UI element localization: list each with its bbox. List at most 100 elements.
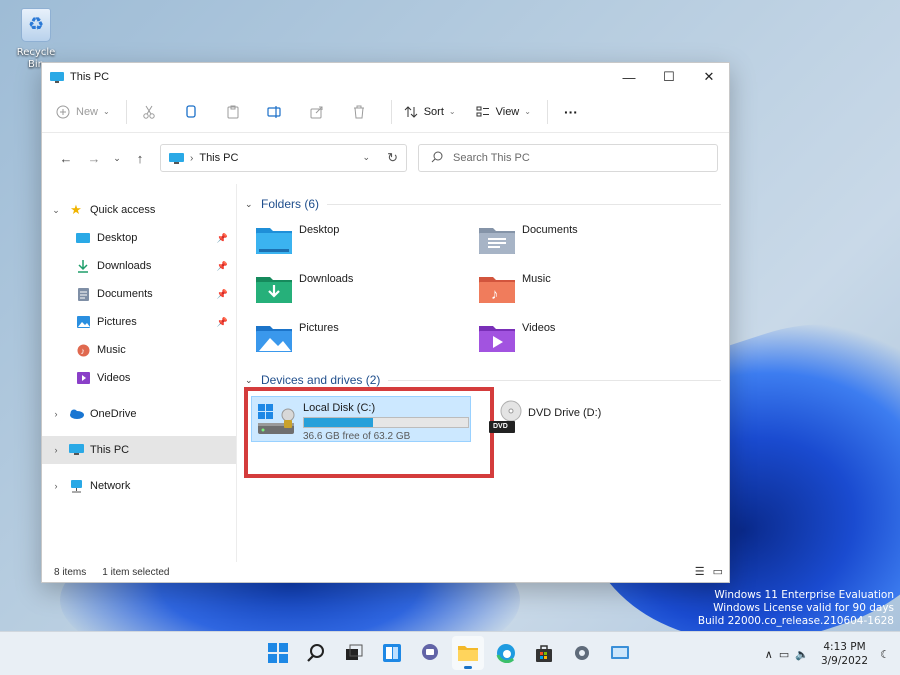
address-history-chevron-icon[interactable]: ⌄ (362, 152, 370, 163)
network-status-icon[interactable]: ▭ (779, 648, 789, 661)
nav-label: Documents (97, 288, 153, 300)
nav-item-this-pc[interactable]: › This PC (42, 436, 236, 464)
pictures-folder-icon (255, 320, 295, 356)
document-icon (75, 287, 91, 301)
refresh-icon[interactable]: ↻ (387, 150, 398, 166)
rename-button[interactable] (259, 97, 291, 127)
view-label: View (495, 105, 520, 118)
more-options-button[interactable]: ··· (564, 97, 578, 127)
explorer-body: ⌄ ★ Quick access Desktop 📌 Downloads 📌 D… (42, 184, 729, 562)
toolbar-divider (546, 99, 548, 124)
paste-button[interactable] (217, 97, 249, 127)
chevron-down-icon: ⌄ (524, 107, 531, 116)
this-pc-icon (169, 152, 184, 164)
start-button[interactable] (262, 636, 294, 670)
large-icons-view-icon[interactable]: ▭ (713, 565, 723, 578)
nav-item-documents[interactable]: Documents 📌 (42, 280, 236, 308)
control-panel-button[interactable] (604, 636, 636, 670)
clock[interactable]: 4:13 PM 3/9/2022 (821, 640, 868, 668)
music-folder-icon: ♪ (478, 271, 518, 307)
folder-desktop[interactable]: Desktop (255, 222, 478, 262)
cut-button[interactable] (133, 97, 165, 127)
folder-documents[interactable]: Documents (478, 222, 701, 262)
folder-downloads[interactable]: Downloads (255, 271, 478, 311)
nav-item-onedrive[interactable]: › OneDrive (42, 400, 236, 428)
nav-label: Quick access (90, 204, 156, 216)
drive-dvd-d[interactable]: DVD DVD Drive (D:) (483, 396, 703, 442)
store-button[interactable] (528, 636, 560, 670)
folder-videos[interactable]: Videos (478, 320, 701, 360)
address-bar[interactable]: › This PC ⌄ ↻ (160, 144, 407, 172)
minimize-button[interactable]: — (609, 63, 649, 91)
copy-button[interactable] (175, 97, 207, 127)
notifications-moon-icon[interactable]: ☾ (880, 648, 890, 661)
chevron-up-icon[interactable]: ∧ (765, 648, 773, 661)
file-explorer-taskbar-button[interactable] (452, 636, 484, 670)
folder-icon (458, 646, 478, 661)
view-button[interactable]: View ⌄ (476, 97, 531, 127)
trash-icon (353, 105, 364, 118)
nav-item-videos[interactable]: Videos (42, 364, 236, 392)
file-explorer-window: This PC — ☐ ✕ New ⌄ Sort ⌄ View ⌄ ··· ← … (41, 62, 730, 583)
toolbar-divider (125, 99, 127, 124)
watermark-line: Windows 11 Enterprise Evaluation (714, 589, 894, 601)
chat-button[interactable] (414, 636, 446, 670)
watermark-line: Windows License valid for 90 days (713, 602, 894, 614)
speaker-icon[interactable]: 🔈 (795, 648, 809, 661)
new-button[interactable]: New ⌄ (56, 97, 110, 127)
taskbar-search-button[interactable] (300, 636, 332, 670)
recent-locations-button[interactable]: ⌄ (108, 144, 126, 172)
folder-music[interactable]: ♪ Music (478, 271, 701, 311)
nav-item-pictures[interactable]: Pictures 📌 (42, 308, 236, 336)
documents-folder-icon (478, 222, 518, 258)
edge-button[interactable] (490, 636, 522, 670)
settings-button[interactable] (566, 636, 598, 670)
sort-button[interactable]: Sort ⌄ (404, 97, 456, 127)
nav-item-desktop[interactable]: Desktop 📌 (42, 224, 236, 252)
video-icon (75, 371, 91, 385)
recycle-bin-icon (21, 8, 51, 42)
divider (388, 379, 721, 381)
chevron-down-icon[interactable]: ⌄ (44, 205, 68, 216)
folder-name: Desktop (299, 224, 340, 236)
folder-pictures[interactable]: Pictures (255, 320, 478, 360)
delete-button[interactable] (343, 97, 375, 127)
back-button[interactable]: ← (52, 144, 80, 172)
drive-name: DVD Drive (D:) (528, 407, 602, 419)
new-label: New (76, 105, 99, 118)
divider (327, 203, 721, 205)
clock-date: 3/9/2022 (820, 655, 869, 667)
arrow-left-icon: ← (59, 150, 73, 166)
chevron-right-icon[interactable]: › (44, 481, 68, 491)
nav-item-downloads[interactable]: Downloads 📌 (42, 252, 236, 280)
music-icon: ♪ (75, 343, 91, 357)
widgets-button[interactable] (376, 636, 408, 670)
close-button[interactable]: ✕ (689, 63, 729, 91)
details-view-icon[interactable]: ☰ (695, 565, 705, 578)
svg-text:♪: ♪ (491, 286, 499, 303)
drive-usage-bar (303, 417, 469, 428)
download-icon (75, 259, 91, 273)
forward-button[interactable]: → (80, 144, 108, 172)
chevron-right-icon[interactable]: › (44, 445, 68, 455)
chevron-right-icon[interactable]: › (44, 409, 68, 419)
taskbar: ∧ ▭ 🔈 4:13 PM 3/9/2022 ☾ (0, 631, 900, 675)
dvd-label: DVD (493, 423, 508, 430)
cloud-icon (68, 407, 84, 421)
gear-icon (575, 646, 589, 660)
toolbar-divider (390, 99, 392, 124)
maximize-button[interactable]: ☐ (649, 63, 689, 91)
desktop-icon-recycle-bin[interactable]: Recycle Bin (8, 6, 64, 70)
share-button[interactable] (301, 97, 333, 127)
breadcrumb-this-pc[interactable]: This PC (199, 152, 238, 164)
nav-item-music[interactable]: ♪ Music (42, 336, 236, 364)
folders-group-header[interactable]: ⌄ Folders (6) (245, 194, 721, 214)
nav-item-network[interactable]: › Network (42, 472, 236, 500)
title-bar[interactable]: This PC — ☐ ✕ (42, 63, 729, 91)
task-view-button[interactable] (338, 636, 370, 670)
star-icon: ★ (70, 202, 82, 217)
search-box[interactable]: Search This PC (418, 144, 718, 172)
up-button[interactable]: ↑ (126, 144, 154, 172)
nav-item-quick-access[interactable]: ⌄ ★ Quick access (42, 196, 236, 224)
desktop-folder-icon (75, 231, 91, 245)
